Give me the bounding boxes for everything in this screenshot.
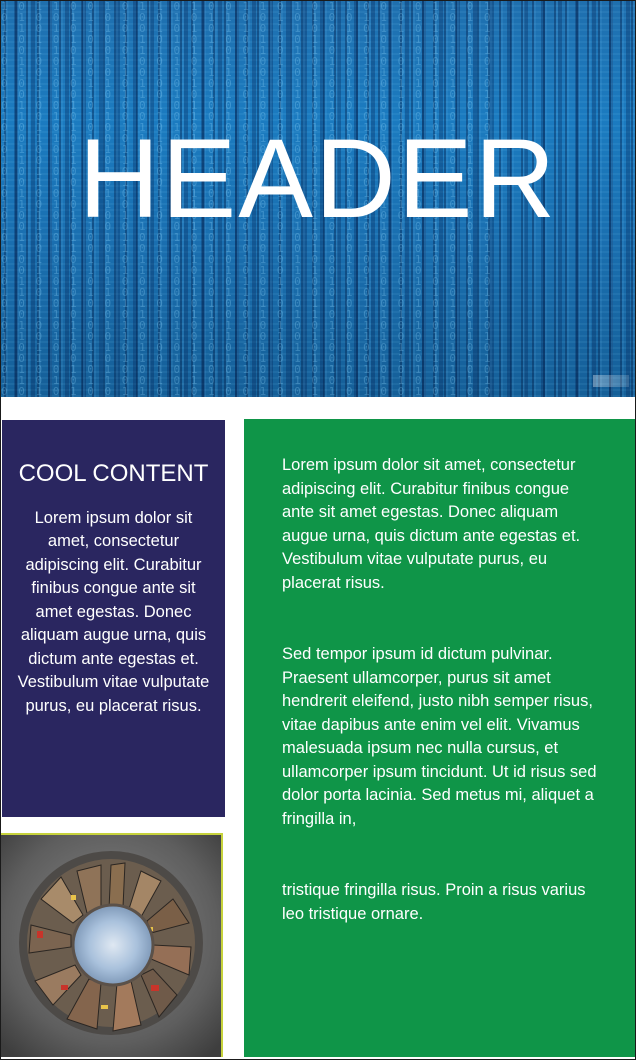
cool-content-body: Lorem ipsum dolor sit amet, consectetur … [17,508,210,715]
watermark-logo [593,375,629,387]
little-planet-graphic [1,835,221,1057]
little-planet-city-image [1,833,223,1057]
cool-content-card: COOL CONTENT Lorem ipsum dolor sit amet,… [2,420,225,817]
paragraph-3: tristique fringilla risus. Proin a risus… [282,881,586,923]
green-content-panel: Lorem ipsum dolor sit amet, consectetur … [244,419,635,1057]
header-title: HEADER [78,116,558,241]
cool-content-title: COOL CONTENT [18,460,209,487]
header-banner: 1 0 1 1 0 0 1 0 1 1 0 1 0 0 1 1 0 1 0 1 … [1,1,635,397]
paragraph-1: Lorem ipsum dolor sit amet, consectetur … [282,456,581,592]
paragraph-2: Sed tempor ipsum id dictum pulvinar. Pra… [282,645,597,828]
